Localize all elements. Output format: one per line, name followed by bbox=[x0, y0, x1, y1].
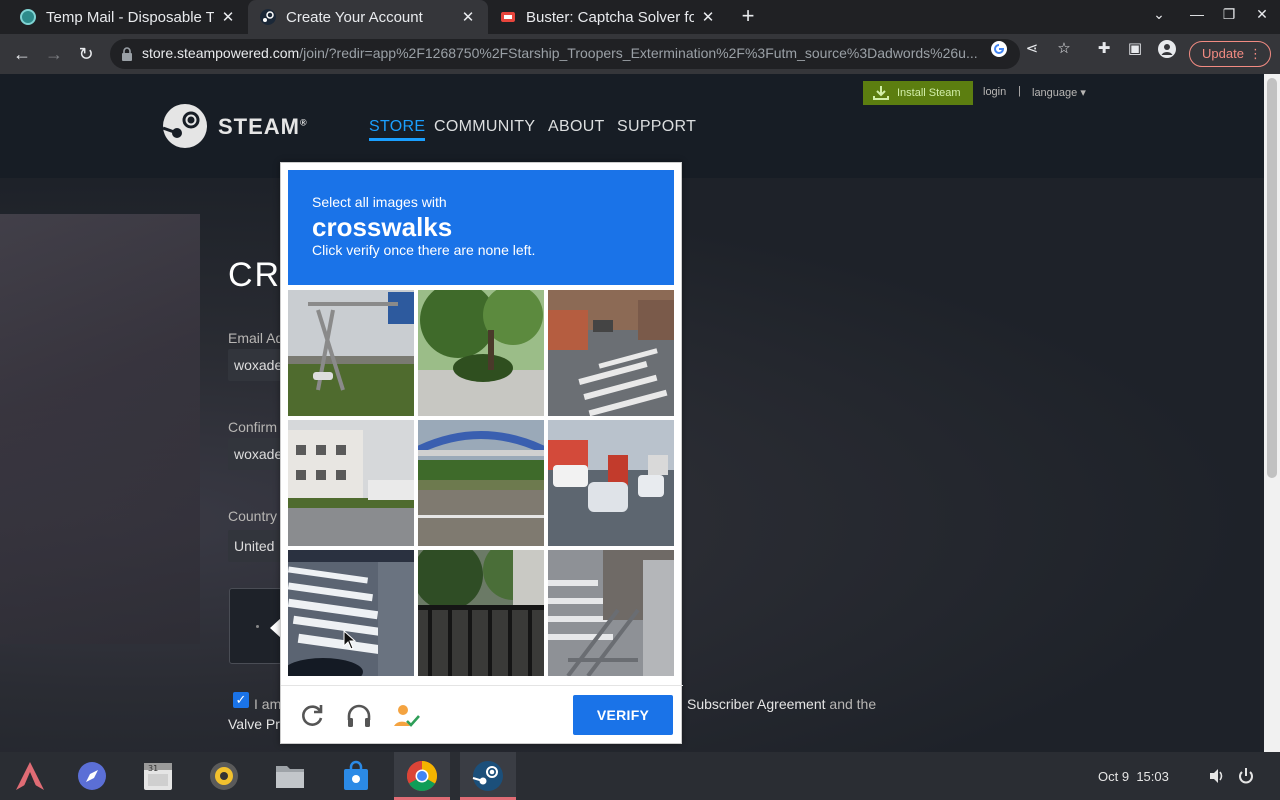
install-steam-button[interactable]: Install Steam bbox=[863, 81, 973, 105]
tile-building-road[interactable] bbox=[288, 420, 414, 546]
tab-title: Buster: Captcha Solver for bbox=[526, 8, 694, 26]
tile-crosswalk-closeup[interactable] bbox=[288, 550, 414, 676]
agree-checkbox[interactable]: ✓ bbox=[233, 692, 249, 708]
update-label: Update bbox=[1202, 46, 1244, 61]
country-label: Country bbox=[228, 508, 278, 524]
share-icon[interactable]: ⋖ bbox=[1023, 40, 1041, 58]
address-bar[interactable]: store.steampowered.com/join/?redir=app%2… bbox=[110, 39, 1020, 69]
agree-and: and the bbox=[829, 696, 877, 712]
tile-crosswalk-railing[interactable] bbox=[548, 550, 674, 676]
tab-temp-mail[interactable]: Temp Mail - Disposable Te ✕ bbox=[8, 0, 248, 34]
recaptcha-footer: VERIFY bbox=[281, 685, 683, 745]
store-bag-icon[interactable] bbox=[328, 752, 384, 800]
nav-community[interactable]: COMMUNITY bbox=[434, 118, 535, 136]
recaptcha-spinner bbox=[256, 625, 259, 628]
volume-icon[interactable] bbox=[1208, 767, 1226, 785]
arch-launcher-icon[interactable] bbox=[2, 752, 58, 800]
valve-privacy-link[interactable]: Valve Pr bbox=[228, 716, 280, 732]
steam-logo-icon[interactable] bbox=[163, 104, 207, 148]
tab-search-chevron-icon[interactable]: ⌄ bbox=[1148, 6, 1170, 23]
file-manager-icon[interactable] bbox=[262, 752, 318, 800]
google-icon[interactable] bbox=[990, 40, 1008, 58]
sidepanel-icon[interactable]: ▣ bbox=[1126, 40, 1144, 58]
download-icon bbox=[873, 86, 889, 100]
nav-support[interactable]: SUPPORT bbox=[617, 118, 696, 136]
clock[interactable]: Oct 9 15:03 bbox=[1098, 769, 1169, 784]
reload-icon[interactable]: ↻ bbox=[74, 42, 98, 66]
nav-store[interactable]: STORE bbox=[369, 118, 426, 141]
registered-mark: ® bbox=[300, 117, 308, 128]
clock-date: Oct 9 bbox=[1098, 769, 1130, 784]
tab-close-icon[interactable]: ✕ bbox=[460, 8, 476, 26]
chrome-icon[interactable] bbox=[394, 752, 450, 800]
forward-arrow-icon[interactable]: → bbox=[42, 42, 66, 66]
media-player-icon[interactable] bbox=[196, 752, 252, 800]
reload-icon[interactable] bbox=[298, 702, 326, 730]
buster-solver-icon[interactable] bbox=[392, 702, 420, 730]
language-dropdown[interactable]: language ▾ bbox=[1032, 86, 1086, 99]
new-tab-plus-icon[interactable]: + bbox=[737, 5, 759, 27]
tab-close-icon[interactable]: ✕ bbox=[700, 8, 716, 26]
instruction-text: Select all images with bbox=[312, 194, 447, 210]
agree-text: Subscriber Agreement and the bbox=[687, 696, 876, 712]
tile-highway-sign[interactable] bbox=[288, 290, 414, 416]
calendar-day: 31 bbox=[148, 764, 158, 773]
nav-about[interactable]: ABOUT bbox=[548, 118, 605, 136]
update-button[interactable]: Update ⋮ bbox=[1189, 41, 1271, 67]
tab-create-account[interactable]: Create Your Account ✕ bbox=[248, 0, 488, 34]
steam-wordmark[interactable]: STEAM® bbox=[218, 114, 308, 140]
scrollbar-thumb[interactable] bbox=[1267, 78, 1277, 478]
tab-title: Temp Mail - Disposable Te bbox=[46, 8, 214, 26]
tab-title: Create Your Account bbox=[286, 8, 423, 26]
clock-time: 15:03 bbox=[1136, 769, 1169, 784]
url-host: store.steampowered.com bbox=[142, 45, 300, 61]
top-link-separator: | bbox=[1018, 85, 1021, 97]
background-artwork bbox=[0, 214, 200, 644]
minimize-icon[interactable]: — bbox=[1186, 6, 1208, 22]
calendar-icon[interactable]: 31 bbox=[130, 752, 186, 800]
instruction-subtext: Click verify once there are none left. bbox=[312, 242, 536, 258]
tile-traffic-cars[interactable] bbox=[548, 420, 674, 546]
recaptcha-instructions: Select all images with crosswalks Click … bbox=[288, 170, 674, 285]
confirm-email-label: Confirm bbox=[228, 419, 278, 435]
os-taskbar: 31 Oct 9 15:03 bbox=[0, 752, 1280, 800]
tile-bridge-road[interactable] bbox=[418, 420, 544, 546]
kebab-menu-icon[interactable]: ⋮ bbox=[1249, 42, 1262, 66]
headphones-icon[interactable] bbox=[345, 702, 373, 730]
profile-icon[interactable] bbox=[1158, 40, 1176, 58]
email-label: Email Ad bbox=[228, 330, 284, 346]
buster-favicon-icon bbox=[501, 12, 515, 22]
puzzle-icon[interactable]: ✚ bbox=[1095, 40, 1113, 58]
close-window-icon[interactable]: ✕ bbox=[1251, 6, 1273, 23]
lock-icon[interactable] bbox=[120, 46, 134, 62]
install-steam-label: Install Steam bbox=[897, 87, 961, 99]
steam-favicon-icon bbox=[260, 9, 276, 25]
compass-icon[interactable] bbox=[64, 752, 120, 800]
verify-button[interactable]: VERIFY bbox=[573, 695, 673, 735]
browser-tab-strip: Temp Mail - Disposable Te ✕ Create Your … bbox=[0, 0, 1280, 34]
login-link[interactable]: login bbox=[983, 86, 1006, 98]
tab-buster[interactable]: Buster: Captcha Solver for ✕ bbox=[488, 0, 728, 34]
image-grid bbox=[288, 290, 674, 676]
browser-toolbar: ← → ↻ store.steampowered.com/join/?redir… bbox=[0, 34, 1280, 74]
restore-icon[interactable]: ❐ bbox=[1218, 6, 1240, 23]
temp-mail-favicon-icon bbox=[20, 9, 36, 25]
power-icon[interactable] bbox=[1237, 767, 1255, 785]
tab-close-icon[interactable]: ✕ bbox=[220, 8, 236, 26]
ssa-link[interactable]: Subscriber Agreement bbox=[687, 696, 826, 712]
tile-street-crosswalk[interactable] bbox=[548, 290, 674, 416]
star-icon[interactable]: ☆ bbox=[1055, 40, 1073, 58]
mouse-cursor-icon bbox=[343, 630, 357, 650]
target-object: crosswalks bbox=[312, 212, 453, 242]
agree-prefix: I am bbox=[254, 696, 282, 712]
steam-icon[interactable] bbox=[460, 752, 516, 800]
back-arrow-icon[interactable]: ← bbox=[10, 42, 34, 66]
recaptcha-challenge: Select all images with crosswalks Click … bbox=[280, 162, 683, 745]
steam-wordmark-text: STEAM bbox=[218, 114, 300, 139]
url-text: store.steampowered.com/join/?redir=app%2… bbox=[142, 45, 982, 61]
url-path: /join/?redir=app%2F1268750%2FStarship_Tr… bbox=[299, 45, 978, 61]
tile-fence-plants[interactable] bbox=[418, 550, 544, 676]
tile-tree-sidewalk[interactable] bbox=[418, 290, 544, 416]
